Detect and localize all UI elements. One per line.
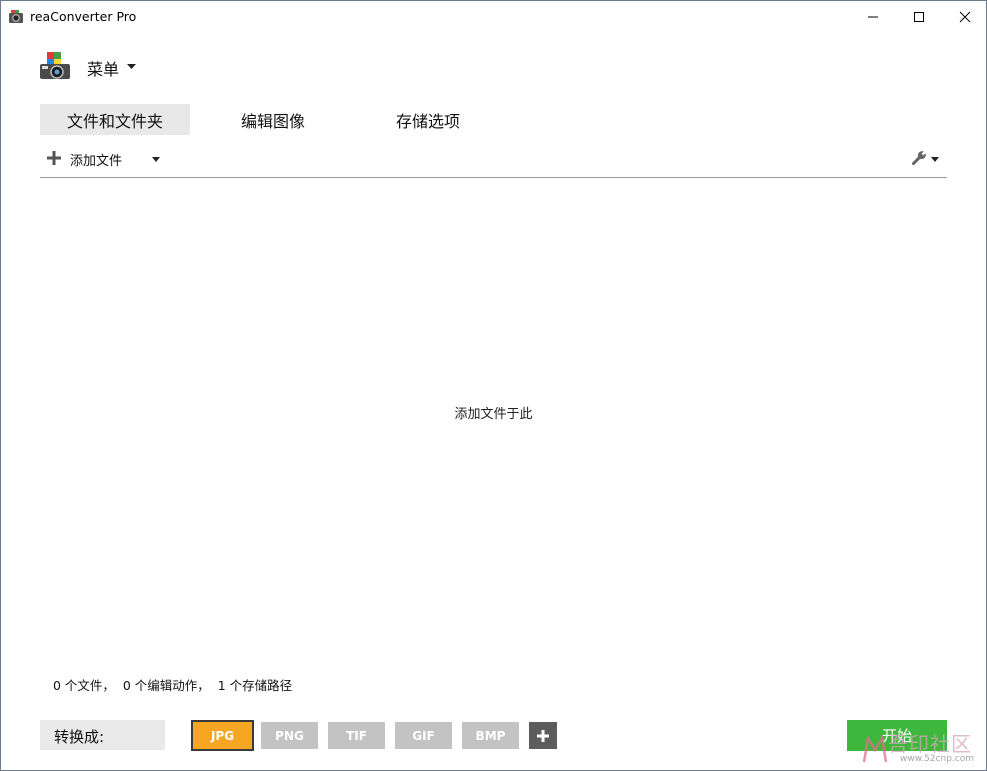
format-png-button[interactable]: PNG: [261, 722, 318, 749]
watermark-logo-icon: [862, 734, 888, 763]
tab-saving-options[interactable]: 存储选项: [378, 104, 478, 135]
chevron-down-icon[interactable]: [127, 64, 136, 70]
watermark-text: 吾印社区: [888, 732, 972, 756]
app-window: reaConverter Pro 菜单 文件和文件夹 编辑图像 存储选项 添加文…: [0, 0, 987, 771]
minimize-button[interactable]: [850, 1, 896, 33]
watermark-site: www.52cnp.com: [900, 754, 975, 764]
format-gif-button[interactable]: GIF: [395, 722, 452, 749]
add-files-dropdown-icon[interactable]: [152, 157, 160, 162]
tab-edit-images[interactable]: 编辑图像: [221, 104, 325, 135]
menu-label[interactable]: 菜单: [87, 56, 119, 80]
format-label: PNG: [275, 728, 304, 743]
format-label: TIF: [346, 728, 367, 743]
maximize-icon: [914, 12, 924, 22]
tab-files-and-folders[interactable]: 文件和文件夹: [40, 104, 190, 135]
window-title: reaConverter Pro: [30, 9, 137, 24]
status-summary: 0 个文件， 0 个编辑动作， 1 个存储路径: [53, 678, 293, 693]
minimize-icon: [868, 16, 878, 18]
format-label: JPG: [210, 728, 235, 743]
add-files-label: 添加文件: [70, 154, 123, 169]
plus-icon: [47, 151, 61, 165]
watermark: 吾印社区 www.52cnp.com: [862, 728, 982, 768]
format-label: BMP: [475, 728, 506, 743]
app-icon: [9, 10, 23, 23]
tab-label: 编辑图像: [240, 111, 305, 131]
toolbar-divider: [40, 177, 947, 178]
close-icon: [959, 11, 971, 23]
title-bar: reaConverter Pro: [1, 1, 986, 33]
tab-label: 文件和文件夹: [66, 111, 163, 131]
plus-icon: [537, 729, 549, 742]
maximize-button[interactable]: [896, 1, 942, 33]
format-bmp-button[interactable]: BMP: [462, 722, 519, 749]
app-logo-icon: [40, 52, 70, 79]
close-button[interactable]: [942, 1, 986, 33]
drop-hint: 添加文件于此: [454, 407, 533, 422]
file-drop-area[interactable]: 添加文件于此: [40, 179, 947, 669]
format-jpg-button[interactable]: JPG: [191, 720, 254, 751]
add-format-button[interactable]: [529, 722, 557, 749]
tab-label: 存储选项: [395, 111, 460, 131]
convert-to-label: 转换成:: [54, 728, 105, 746]
convert-to-label-box: 转换成:: [40, 720, 165, 750]
settings-dropdown-icon[interactable]: [931, 157, 939, 162]
wrench-icon[interactable]: [911, 150, 927, 166]
format-tif-button[interactable]: TIF: [328, 722, 385, 749]
format-label: GIF: [412, 728, 435, 743]
